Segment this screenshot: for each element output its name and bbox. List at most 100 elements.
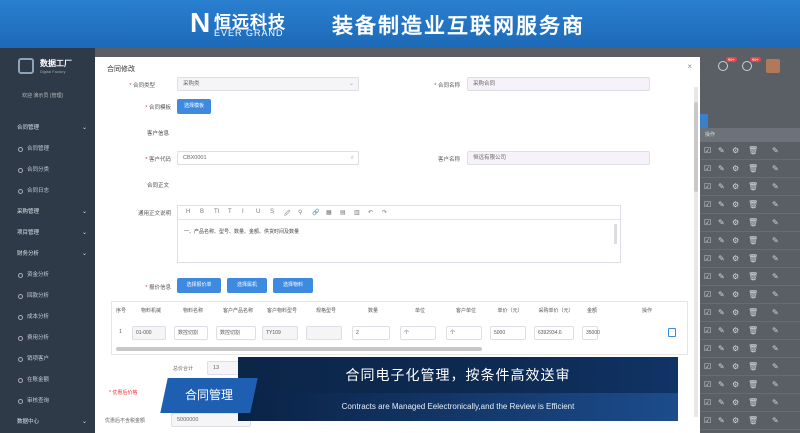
edit-icon[interactable]: ✎	[718, 272, 727, 281]
edit-icon[interactable]: ✎	[718, 344, 727, 353]
table-cell[interactable]: 01-000	[132, 326, 166, 340]
edit-icon[interactable]: ✎	[718, 218, 727, 227]
contract-type-select[interactable]: 采购类 ⌄	[177, 77, 359, 91]
edit-icon[interactable]: ✎	[718, 164, 727, 173]
avatar[interactable]	[766, 59, 780, 73]
table-cell[interactable]: 35000	[582, 326, 600, 340]
edit-icon[interactable]: ✎	[718, 416, 727, 425]
gear-icon[interactable]: ⚙	[732, 362, 741, 371]
edit-icon[interactable]: ✎	[718, 236, 727, 245]
trash-icon[interactable]: 🗑	[748, 272, 758, 281]
editor-tool-9[interactable]: 🔗	[312, 209, 319, 216]
trash-icon[interactable]: 🗑	[748, 182, 758, 191]
editor-scrollbar[interactable]	[614, 224, 617, 244]
checkbox-icon[interactable]: ☑	[704, 398, 713, 407]
pen-icon[interactable]: ✎	[772, 344, 781, 353]
gear-icon[interactable]: ⚙	[732, 398, 741, 407]
edit-icon[interactable]: ✎	[718, 254, 727, 263]
select-machine-button[interactable]: 选择属机	[227, 278, 267, 293]
trash-icon[interactable]: 🗑	[748, 200, 758, 209]
gear-icon[interactable]: ⚙	[732, 182, 741, 191]
sidebar-item-12[interactable]: 在账金额	[0, 370, 95, 391]
editor-tool-2[interactable]: TI	[214, 209, 219, 215]
trash-icon[interactable]: 🗑	[748, 344, 758, 353]
editor-tool-4[interactable]: I	[242, 209, 244, 215]
checkbox-icon[interactable]: ☑	[704, 344, 713, 353]
trash-icon[interactable]: 🗑	[748, 398, 758, 407]
gear-icon[interactable]: ⚙	[732, 164, 741, 173]
sidebar-item-11[interactable]: 销项客户	[0, 349, 95, 370]
checkbox-icon[interactable]: ☑	[704, 200, 713, 209]
checkbox-icon[interactable]: ☑	[704, 218, 713, 227]
bell-icon[interactable]	[718, 61, 728, 71]
table-cell[interactable]: 个	[400, 326, 436, 340]
editor-tool-7[interactable]: 🖉	[284, 209, 290, 219]
edit-icon[interactable]: ✎	[718, 308, 727, 317]
checkbox-icon[interactable]: ☑	[704, 380, 713, 389]
checkbox-icon[interactable]: ☑	[704, 236, 713, 245]
edit-icon[interactable]: ✎	[718, 290, 727, 299]
pen-icon[interactable]: ✎	[772, 326, 781, 335]
table-cell[interactable]: 数控切割	[174, 326, 208, 340]
sidebar-item-14[interactable]: 数据中心 ⌄	[0, 412, 95, 433]
editor-tool-1[interactable]: B	[200, 209, 204, 215]
contract-name-field[interactable]: 采购合同	[467, 77, 650, 91]
edit-icon[interactable]: ✎	[718, 182, 727, 191]
sidebar-item-0[interactable]: 合同管理 ⌄	[0, 118, 95, 139]
rich-text-editor[interactable]: H B TI T I U S 🖉 ⚲ 🔗 ▦ ▤ ▥ ↶ ↷ 一、产品名称、型号、数量、金额、供货时间及数量	[177, 205, 621, 263]
select-template-button[interactable]: 选择模板	[177, 99, 211, 114]
editor-tool-6[interactable]: S	[270, 209, 274, 215]
gear-icon[interactable]: ⚙	[732, 308, 741, 317]
checkbox-icon[interactable]: ☑	[704, 308, 713, 317]
edit-icon[interactable]: ✎	[718, 380, 727, 389]
dialog-scrollbar[interactable]	[694, 87, 698, 417]
trash-icon[interactable]	[668, 328, 676, 337]
editor-tool-0[interactable]: H	[186, 209, 190, 215]
checkbox-icon[interactable]: ☑	[704, 182, 713, 191]
trash-icon[interactable]: 🗑	[748, 362, 758, 371]
sidebar-item-7[interactable]: 资金分析	[0, 265, 95, 286]
pen-icon[interactable]: ✎	[772, 290, 781, 299]
sidebar-item-9[interactable]: 成本分析	[0, 307, 95, 328]
editor-tool-13[interactable]: ↶	[368, 209, 373, 216]
pen-icon[interactable]: ✎	[772, 416, 781, 425]
checkbox-icon[interactable]: ☑	[704, 416, 713, 425]
sidebar-item-2[interactable]: 合同分类	[0, 160, 95, 181]
editor-tool-5[interactable]: U	[256, 209, 260, 215]
checkbox-icon[interactable]: ☑	[704, 290, 713, 299]
trash-icon[interactable]: 🗑	[748, 416, 758, 425]
editor-tool-14[interactable]: ↷	[382, 209, 387, 216]
checkbox-icon[interactable]: ☑	[704, 272, 713, 281]
pen-icon[interactable]: ✎	[772, 308, 781, 317]
checkbox-icon[interactable]: ☑	[704, 362, 713, 371]
search-icon[interactable]: ⌕	[351, 152, 354, 164]
editor-tool-12[interactable]: ▥	[354, 209, 360, 216]
table-cell[interactable]	[306, 326, 342, 340]
edit-icon[interactable]: ✎	[718, 200, 727, 209]
table-scrollbar[interactable]	[116, 347, 482, 351]
trash-icon[interactable]: 🗑	[748, 146, 758, 155]
editor-tool-3[interactable]: T	[228, 209, 232, 215]
table-cell[interactable]: 6392934.6	[534, 326, 574, 340]
trash-icon[interactable]: 🗑	[748, 308, 758, 317]
checkbox-icon[interactable]: ☑	[704, 326, 713, 335]
select-quote-button[interactable]: 选择报价单	[177, 278, 221, 293]
edit-icon[interactable]: ✎	[718, 362, 727, 371]
customer-name-field[interactable]: 恒远有限公司	[467, 151, 650, 165]
select-material-button[interactable]: 选择物料	[273, 278, 313, 293]
gear-icon[interactable]: ⚙	[732, 254, 741, 263]
gear-icon[interactable]: ⚙	[732, 218, 741, 227]
trash-icon[interactable]: 🗑	[748, 290, 758, 299]
gear-icon[interactable]: ⚙	[732, 326, 741, 335]
pen-icon[interactable]: ✎	[772, 182, 781, 191]
edit-icon[interactable]: ✎	[718, 398, 727, 407]
message-icon[interactable]	[742, 61, 752, 71]
pen-icon[interactable]: ✎	[772, 218, 781, 227]
edit-icon[interactable]: ✎	[718, 146, 727, 155]
trash-icon[interactable]: 🗑	[748, 218, 758, 227]
gear-icon[interactable]: ⚙	[732, 416, 741, 425]
pen-icon[interactable]: ✎	[772, 236, 781, 245]
pen-icon[interactable]: ✎	[772, 146, 781, 155]
sidebar-item-1[interactable]: 合同管理	[0, 139, 95, 160]
sidebar-item-5[interactable]: 项目管理 ⌄	[0, 223, 95, 244]
